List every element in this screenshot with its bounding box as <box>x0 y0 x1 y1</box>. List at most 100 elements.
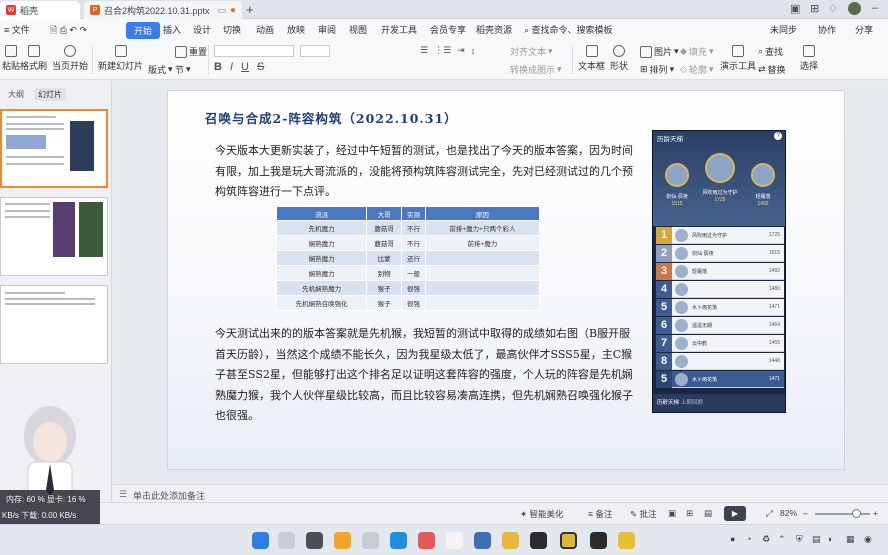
slide-thumbnail-1[interactable] <box>0 109 108 188</box>
app-icon[interactable] <box>530 532 547 549</box>
app-icon[interactable] <box>618 532 635 549</box>
performance-monitor-widget[interactable]: 内存: 60 % 显卡: 16 % KB/s 下载: 0.00 KB/s <box>0 490 100 524</box>
tray-app-icon[interactable]: ◔ <box>746 534 751 544</box>
italic-icon[interactable]: I <box>230 61 233 73</box>
zoom-slider-track[interactable] <box>815 513 870 515</box>
tray-expand-icon[interactable]: ⌃ <box>778 534 786 545</box>
menu-docer-resources[interactable]: 稻壳资源 <box>476 23 512 36</box>
lineup-table[interactable]: 流派 大哥 实测 原因 先机魔力 蘑菇哥 不行 前排+魔力+只两个彩人 娴熟魔力… <box>275 206 541 311</box>
tab-home[interactable]: W 稻壳 <box>0 1 80 19</box>
slide-thumbnail-2[interactable] <box>0 197 108 276</box>
bullets-icon[interactable]: ☰ <box>420 45 428 56</box>
reset-button[interactable]: 重置 <box>175 45 207 58</box>
wps-taskbar-icon[interactable] <box>560 532 577 549</box>
play-current-button[interactable]: 当页开始 <box>52 45 88 72</box>
zoom-out-icon[interactable]: – <box>803 508 808 518</box>
notes-placeholder[interactable]: 单击此处添加备注 <box>133 489 205 502</box>
record-icon[interactable] <box>590 532 607 549</box>
zoom-level[interactable]: 82% <box>780 508 797 518</box>
outline-dropdown[interactable]: ◇ 轮廓 ▾ <box>680 63 713 76</box>
tray-app-icon[interactable]: ▦ <box>846 534 855 545</box>
comments-button[interactable]: ✎ 批注 <box>630 508 657 520</box>
menu-insert[interactable]: 插入 <box>163 23 181 36</box>
replace-button[interactable]: ⇄ 替换 <box>758 63 786 76</box>
smart-beautify-button[interactable]: ✦ 智能美化 <box>520 508 564 520</box>
indent-icon[interactable]: ⇥ <box>457 45 465 56</box>
font-name-select[interactable] <box>214 45 294 57</box>
app-icon[interactable] <box>418 532 435 549</box>
text-direction-dropdown[interactable]: 对齐文本 ▾ <box>510 45 553 58</box>
bell-icon[interactable]: ♢ <box>828 2 838 15</box>
play-slideshow-button[interactable]: ▶ <box>724 506 746 521</box>
paragraph-group[interactable]: ☰ ⋮☰ ⇥ ↕ <box>420 45 475 56</box>
paste-button[interactable]: 粘贴 <box>2 45 20 72</box>
app-icon[interactable] <box>474 532 491 549</box>
slide-paragraph-1[interactable]: 今天版本大更新实装了，经过中午短暂的测试，也是找出了今天的版本答案，因为时间有限… <box>215 141 635 203</box>
find-button[interactable]: ⌕ 查找 <box>758 45 783 58</box>
layout-dropdown[interactable]: 版式 ▾ <box>148 63 173 76</box>
menu-developer[interactable]: 开发工具 <box>381 23 417 36</box>
zoom-in-icon[interactable]: + <box>873 508 878 518</box>
search-taskbar-icon[interactable] <box>278 532 295 549</box>
tab-outline[interactable]: 大纲 <box>4 88 28 101</box>
user-avatar[interactable] <box>848 2 861 15</box>
menu-design[interactable]: 设计 <box>193 23 211 36</box>
select-button[interactable]: 选择 <box>800 45 818 72</box>
menu-animation[interactable]: 动画 <box>256 23 274 36</box>
notes-bar[interactable]: ☰ 单击此处添加备注 <box>113 484 888 502</box>
chrome-icon[interactable] <box>334 532 351 549</box>
tray-app-icon[interactable]: ◐ <box>828 534 833 544</box>
format-painter-button[interactable]: 格式刷 <box>20 45 47 72</box>
normal-view-icon[interactable]: ▣ <box>668 508 676 519</box>
underline-icon[interactable]: U <box>241 61 249 73</box>
image-dropdown[interactable]: 图片 ▾ <box>640 45 679 58</box>
grid-apps-icon[interactable]: ⊞ <box>810 2 819 15</box>
menu-start[interactable]: 开始 <box>126 22 161 39</box>
task-view-icon[interactable] <box>306 532 323 549</box>
slide-title[interactable]: 召唤与合成2-阵容构筑（2022.10.31） <box>205 108 458 127</box>
textbox-button[interactable]: 文本框 <box>578 45 605 72</box>
tray-record-icon[interactable]: ● <box>730 534 735 544</box>
new-slide-button[interactable]: 新建幻灯片 <box>98 45 143 72</box>
slideshow-tools-button[interactable]: 演示工具 <box>720 45 756 72</box>
fit-window-icon[interactable]: ⤢ <box>766 508 773 519</box>
current-slide[interactable]: 召唤与合成2-阵容构筑（2022.10.31） 今天版本大更新实装了，经过中午短… <box>167 90 845 470</box>
shape-button[interactable]: 形状 <box>610 45 628 72</box>
text-format-group[interactable]: BIUS <box>214 61 264 73</box>
tray-app-icon[interactable]: ◉ <box>864 534 872 545</box>
reading-view-icon[interactable]: ▤ <box>704 508 712 519</box>
fill-dropdown[interactable]: ◆ 填充 ▾ <box>680 45 713 58</box>
font-size-select[interactable] <box>300 45 330 57</box>
tray-security-icon[interactable]: ⛨ <box>796 534 803 545</box>
strikethrough-icon[interactable]: S <box>257 61 264 73</box>
menu-view[interactable]: 视图 <box>349 23 367 36</box>
tab-screen-icon[interactable]: ▭ <box>217 5 226 16</box>
edge-icon[interactable] <box>390 532 407 549</box>
tab-document[interactable]: P 召合2构筑2022.10.31.pptx ▭ ● <box>84 1 242 19</box>
tray-app-icon[interactable]: ▤ <box>812 534 821 545</box>
window-layout-icon[interactable]: ▣ <box>790 2 800 15</box>
arrange-dropdown[interactable]: ⊞ 排列 ▾ <box>640 63 674 76</box>
app-icon[interactable] <box>362 532 379 549</box>
line-spacing-icon[interactable]: ↕ <box>471 46 476 56</box>
notes-toggle-button[interactable]: ≡ 备注 <box>588 508 612 520</box>
share-button[interactable]: 分享 <box>855 23 873 36</box>
menu-review[interactable]: 审阅 <box>318 23 336 36</box>
toolbar-save-icon[interactable]: 🗎 ⎙ ↶ ↷ <box>50 23 87 39</box>
zoom-slider-handle[interactable] <box>852 509 861 518</box>
new-tab-button[interactable]: + <box>246 2 254 17</box>
menu-slideshow[interactable]: 放映 <box>287 23 305 36</box>
convert-smartart-dropdown[interactable]: 转换成图示 ▾ <box>510 63 562 76</box>
numbering-icon[interactable]: ⋮☰ <box>434 45 451 56</box>
tray-app-icon[interactable]: ♻ <box>762 534 770 545</box>
menu-transition[interactable]: 切换 <box>223 23 241 36</box>
grid-view-icon[interactable]: ⊞ <box>686 508 693 519</box>
file-explorer-icon[interactable] <box>502 532 519 549</box>
ranking-screenshot-image[interactable]: 历龄天梯 ? 剑仙·辰夜 1515 风吹雨过为守护 1725 轻霜落 1492 … <box>652 130 786 413</box>
search-command-input[interactable]: ⌕ 查找命令、搜索模板 <box>524 23 613 36</box>
windows-start-icon[interactable] <box>252 532 269 549</box>
collaborate-button[interactable]: 协作 <box>818 23 836 36</box>
app-icon[interactable] <box>446 532 463 549</box>
slide-paragraph-2[interactable]: 今天测试出来的的版本答案就是先机猴，我短暂的测试中取得的成绩如右图（B服开服首天… <box>215 324 635 427</box>
sync-status[interactable]: 未同步 <box>770 23 797 36</box>
